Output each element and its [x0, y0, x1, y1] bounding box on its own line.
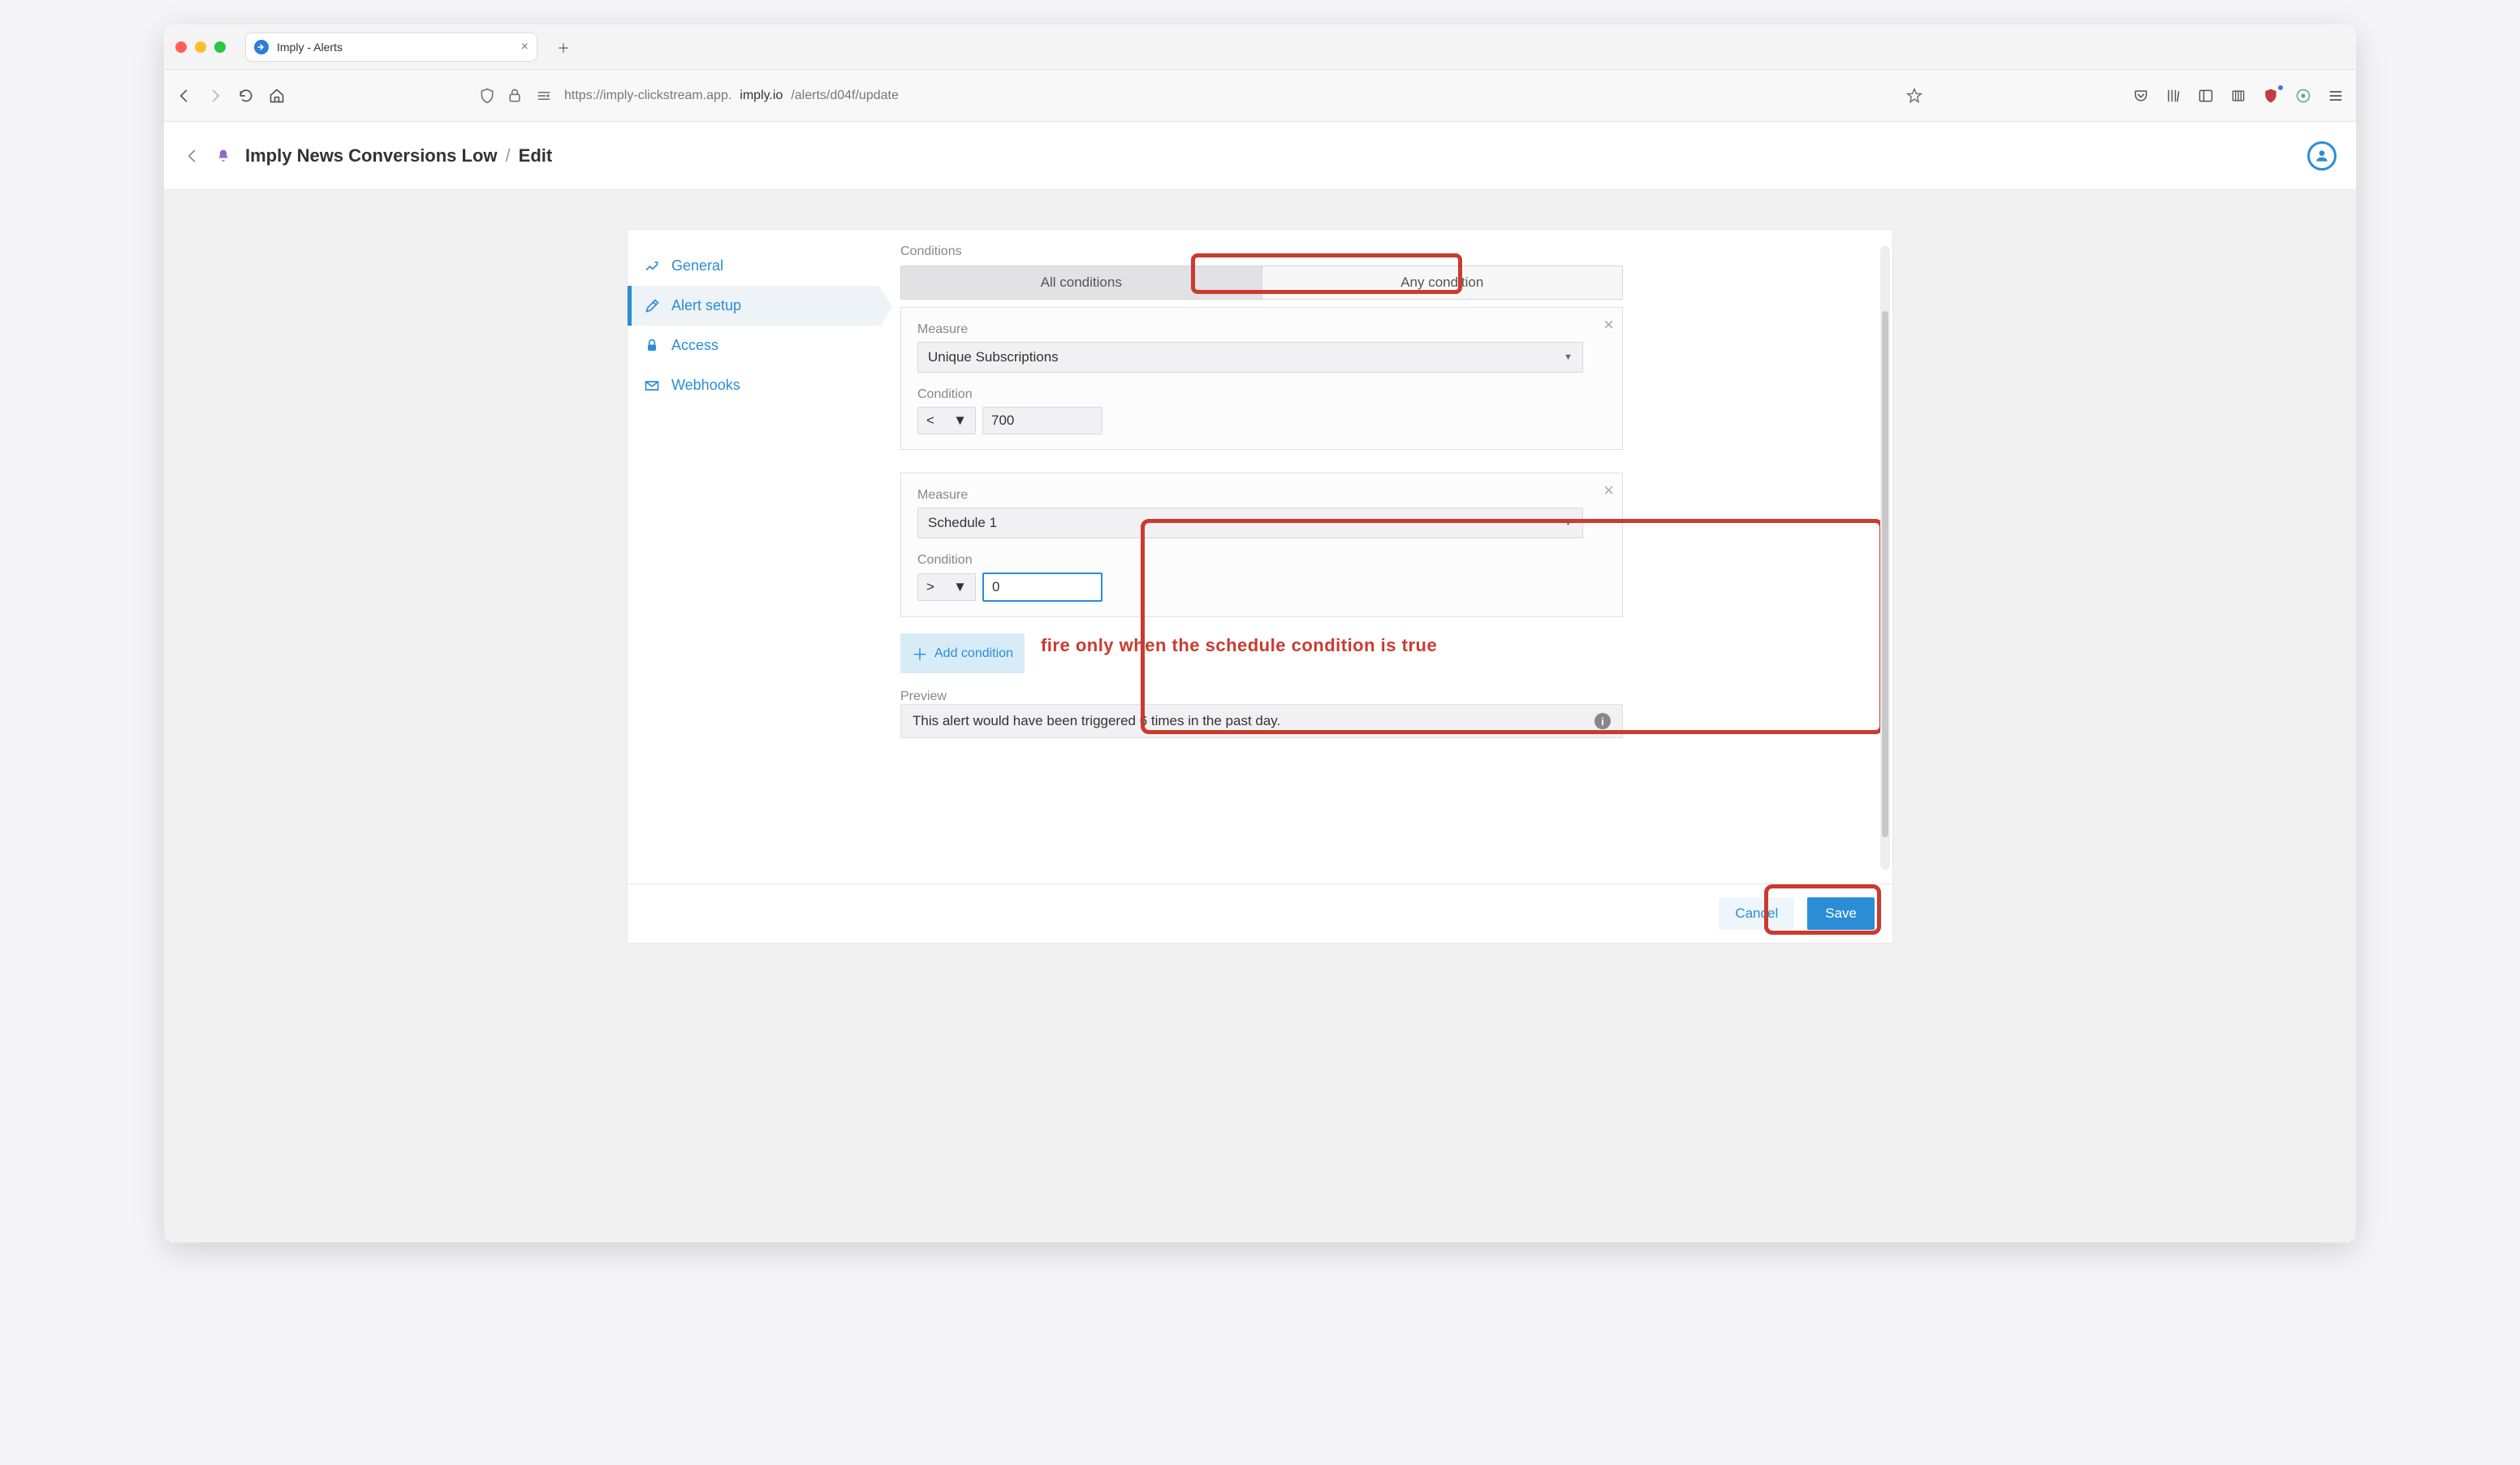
library-icon[interactable]	[2164, 87, 2182, 105]
reload-button[interactable]	[237, 87, 255, 105]
bookmark-star-icon[interactable]	[1905, 87, 1923, 105]
shield-icon[interactable]	[478, 87, 496, 105]
close-window-button[interactable]	[175, 41, 187, 53]
minimize-window-button[interactable]	[195, 41, 206, 53]
remove-condition-button[interactable]: ×	[1603, 314, 1614, 335]
browser-toolbar: https://imply-clickstream.app. imply.io/a…	[164, 70, 2356, 122]
lock-icon[interactable]	[506, 87, 524, 105]
sidenav-item-general[interactable]: General	[628, 246, 879, 286]
cancel-button[interactable]: Cancel	[1719, 897, 1794, 930]
add-condition-label: Add condition	[934, 646, 1013, 661]
threshold-input[interactable]	[982, 407, 1102, 434]
toggle-all-conditions[interactable]: All conditions	[901, 266, 1262, 299]
sidenav-item-access[interactable]: Access	[628, 326, 879, 365]
measure-select[interactable]: Schedule 1 ▼	[917, 508, 1583, 538]
threshold-input[interactable]	[982, 573, 1102, 602]
app-header: Imply News Conversions Low / Edit	[164, 122, 2356, 190]
url-text: https://imply-clickstream.app. imply.io/a…	[564, 89, 899, 103]
adblock-icon[interactable]	[2262, 87, 2280, 105]
forward-button[interactable]	[206, 87, 224, 105]
scrollbar-thumb[interactable]	[1882, 311, 1888, 837]
sidenav-label: Access	[671, 337, 718, 354]
url-suffix: /alerts/d04f/update	[791, 89, 899, 103]
sidenav-label: Webhooks	[671, 377, 740, 394]
condition-row: > ▼	[917, 573, 1606, 602]
dropdown-caret-icon: ▼	[953, 579, 967, 595]
extension-grid-icon[interactable]	[2229, 87, 2247, 105]
form-footer: Cancel Save	[628, 884, 1892, 943]
breadcrumb: Imply News Conversions Low / Edit	[245, 145, 552, 166]
operator-value: <	[926, 413, 934, 429]
add-condition-button[interactable]: ＋ Add condition	[900, 633, 1025, 673]
dropdown-caret-icon: ▼	[953, 413, 967, 429]
maximize-window-button[interactable]	[214, 41, 226, 53]
preview-text: This alert would have been triggered 6 t…	[913, 713, 1280, 729]
condition-card-2: × Measure Schedule 1 ▼ Condition > ▼	[900, 473, 1623, 617]
sidenav: General Alert setup Access Webhooks	[628, 230, 879, 943]
measure-value: Schedule 1	[928, 515, 997, 531]
url-prefix: https://imply-clickstream.app.	[564, 89, 731, 103]
toolbar-right	[2132, 87, 2345, 105]
preview-label: Preview	[900, 689, 1871, 704]
sidenav-label: General	[671, 257, 723, 274]
tab-title: Imply - Alerts	[277, 41, 343, 54]
annotation-text: fire only when the schedule condition is…	[1041, 635, 1437, 656]
dropdown-caret-icon: ▼	[1564, 518, 1573, 528]
sidenav-label: Alert setup	[671, 297, 741, 314]
sidenav-item-alert-setup[interactable]: Alert setup	[628, 286, 879, 326]
url-bar[interactable]: https://imply-clickstream.app. imply.io/a…	[478, 87, 1534, 105]
bell-icon	[214, 147, 232, 165]
remove-condition-button[interactable]: ×	[1603, 480, 1614, 501]
toggle-any-condition[interactable]: Any condition	[1262, 266, 1623, 299]
avatar[interactable]	[2307, 141, 2337, 171]
measure-select[interactable]: Unique Subscriptions ▼	[917, 342, 1583, 373]
sidebar-toggle-icon[interactable]	[2197, 87, 2215, 105]
back-button[interactable]	[175, 87, 193, 105]
window-controls	[175, 41, 226, 53]
operator-select[interactable]: > ▼	[917, 573, 976, 601]
site-settings-icon[interactable]	[533, 87, 554, 105]
condition-card-1: × Measure Unique Subscriptions ▼ Conditi…	[900, 307, 1623, 450]
hamburger-menu-icon[interactable]	[2327, 87, 2345, 105]
plus-icon: ＋	[912, 642, 928, 665]
dropdown-caret-icon: ▼	[1564, 352, 1573, 362]
preview-box: This alert would have been triggered 6 t…	[900, 704, 1623, 738]
operator-select[interactable]: < ▼	[917, 407, 976, 434]
url-domain: imply.io	[740, 89, 783, 103]
browser-window: Imply - Alerts × ＋	[164, 24, 2356, 1242]
breadcrumb-page: Edit	[519, 145, 553, 166]
breadcrumb-separator: /	[506, 145, 511, 166]
back-to-list-button[interactable]	[183, 147, 201, 165]
app-body: General Alert setup Access Webhooks Cond…	[164, 190, 2356, 1242]
measure-value: Unique Subscriptions	[928, 349, 1059, 365]
save-button[interactable]: Save	[1807, 897, 1875, 930]
breadcrumb-title: Imply News Conversions Low	[245, 145, 498, 166]
measure-label: Measure	[917, 488, 1606, 503]
sidenav-item-webhooks[interactable]: Webhooks	[628, 365, 879, 405]
operator-value: >	[926, 579, 934, 595]
browser-titlebar: Imply - Alerts × ＋	[164, 24, 2356, 70]
conditions-label: Conditions	[900, 244, 1871, 259]
extension-2-icon[interactable]	[2294, 87, 2312, 105]
form-panel: General Alert setup Access Webhooks Cond…	[627, 229, 1893, 944]
scrollbar[interactable]	[1880, 246, 1890, 870]
new-tab-button[interactable]: ＋	[552, 36, 575, 58]
info-icon[interactable]: i	[1594, 713, 1611, 729]
pocket-icon[interactable]	[2132, 87, 2150, 105]
condition-row: < ▼	[917, 407, 1606, 434]
measure-label: Measure	[917, 322, 1606, 337]
tab-close-button[interactable]: ×	[521, 40, 529, 54]
home-button[interactable]	[268, 87, 286, 105]
form-main: Conditions All conditions Any condition …	[879, 230, 1892, 943]
tab-favicon-icon	[254, 40, 269, 54]
condition-mode-toggle: All conditions Any condition	[900, 266, 1623, 300]
condition-op-label: Condition	[917, 387, 1606, 402]
condition-op-label: Condition	[917, 553, 1606, 568]
browser-tab[interactable]: Imply - Alerts ×	[245, 32, 537, 62]
